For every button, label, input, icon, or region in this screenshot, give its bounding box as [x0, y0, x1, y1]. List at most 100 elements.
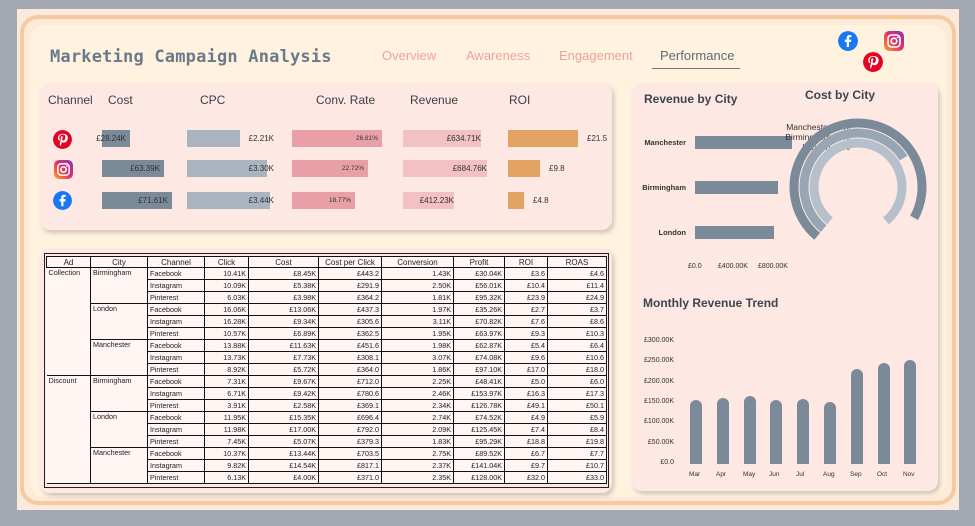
- cell-cost-per-click: £305.6: [318, 315, 382, 328]
- campaign-table: Ad City Channel Click Cost Cost per Clic…: [46, 256, 607, 484]
- cell-cost: £17.00K: [248, 423, 319, 436]
- city-label-birmingham: Birmingham: [642, 183, 686, 192]
- table-row[interactable]: Instagram 9.82K £14.54K £817.1 2.37K £141.04K…: [46, 459, 607, 472]
- cell-roi: £2.7: [504, 303, 548, 316]
- cell-channel: Pinterest: [147, 327, 205, 340]
- cell-channel: Instagram: [147, 387, 205, 400]
- table-row[interactable]: Pinterest 6.13K £4.00K £371.0 2.35K £128.00K £…: [46, 471, 607, 484]
- cell-profit: £74.52K: [453, 411, 505, 424]
- col-header-roas[interactable]: ROAS: [547, 256, 607, 268]
- cell-ad: [46, 399, 91, 412]
- month-bar-aug: [824, 402, 836, 464]
- cell-ad: [46, 435, 91, 448]
- table-row[interactable]: London Facebook 16.06K £13.06K £437.3 1.97K £3…: [46, 303, 607, 316]
- table-row[interactable]: Manchester Facebook 10.37K £13.44K £703.5 2.7…: [46, 447, 607, 460]
- city-label-manchester: Manchester: [644, 138, 686, 147]
- cell-ad: [46, 411, 91, 424]
- table-row[interactable]: Discount Birmingham Facebook 7.31K £9.67K £71…: [46, 375, 607, 388]
- col-header-roi[interactable]: ROI: [504, 256, 548, 268]
- table-row[interactable]: Instagram 10.09K £5.38K £291.9 2.50K £56.01K £…: [46, 279, 607, 292]
- table-row[interactable]: Pinterest 8.92K £5.72K £364.0 1.86K £97.10K £1…: [46, 363, 607, 376]
- cell-roas: £17.3: [547, 387, 607, 400]
- city-x-tick: £400.00K: [718, 263, 748, 270]
- cell-roi: £4.9: [504, 411, 548, 424]
- nav-performance[interactable]: Performance: [660, 48, 734, 63]
- table-row[interactable]: Instagram 11.98K £17.00K £792.0 2.09K £125.45…: [46, 423, 607, 436]
- cell-conversion: 2.46K: [381, 387, 454, 400]
- cell-ad: [46, 303, 91, 316]
- col-header-cost-per-click[interactable]: Cost per Click: [318, 256, 382, 268]
- kpi-value-revenue-facebook: £412.23K: [419, 196, 454, 205]
- cell-profit: £153.97K: [453, 387, 505, 400]
- page-title: Marketing Campaign Analysis: [50, 47, 332, 67]
- col-header-city[interactable]: City: [90, 256, 148, 268]
- month-label-may: May: [743, 471, 756, 478]
- cell-ad: [46, 351, 91, 364]
- cell-profit: £125.45K: [453, 423, 505, 436]
- month-label-jul: Jul: [796, 471, 805, 478]
- cell-channel: Instagram: [147, 351, 205, 364]
- cell-profit: £128.00K: [453, 471, 505, 484]
- cell-channel: Facebook: [147, 447, 205, 460]
- month-y-tick: £200.00K: [644, 377, 674, 385]
- nav-awareness[interactable]: Awareness: [466, 48, 530, 63]
- cell-cost-per-click: £696.4: [318, 411, 382, 424]
- month-bar-jul: [797, 399, 809, 464]
- cell-roas: £18.0: [547, 363, 607, 376]
- col-header-channel[interactable]: Channel: [147, 256, 205, 268]
- kpi-value-revenue-instagram: £684.76K: [452, 164, 487, 173]
- cell-ad: [46, 471, 91, 484]
- month-label-mar: Mar: [689, 471, 701, 478]
- cell-roas: £11.4: [547, 279, 607, 292]
- cell-cost: £3.98K: [248, 291, 319, 304]
- table-row[interactable]: London Facebook 11.95K £15.35K £696.4 2.74K £7…: [46, 411, 607, 424]
- kpi-value-conv-instagram: 22.72%: [341, 165, 364, 172]
- kpi-bar-roi-instagram: [508, 160, 540, 177]
- instagram-icon[interactable]: [884, 31, 904, 51]
- city-x-tick: £0.0: [688, 263, 702, 270]
- table-row[interactable]: Pinterest 10.57K £6.89K £362.5 1.95K £63.97K £…: [46, 327, 607, 340]
- table-row[interactable]: Instagram 6.71K £9.42K £780.6 2.46K £153.97K £…: [46, 387, 607, 400]
- table-row[interactable]: Instagram 13.73K £7.73K £308.1 3.07K £74.08K £…: [46, 351, 607, 364]
- facebook-icon[interactable]: [838, 31, 858, 51]
- kpi-header-conv-rate: Conv. Rate: [316, 93, 376, 107]
- cell-roas: £8.6: [547, 315, 607, 328]
- cell-profit: £74.08K: [453, 351, 505, 364]
- cell-channel: Facebook: [147, 303, 205, 316]
- cell-roi: £3.6: [504, 267, 548, 280]
- cell-cost: £13.06K: [248, 303, 319, 316]
- nav-overview[interactable]: Overview: [382, 48, 436, 63]
- nav-engagement[interactable]: Engagement: [559, 48, 633, 63]
- revenue-by-city-title: Revenue by City: [644, 92, 738, 106]
- active-tab-underline: [652, 68, 740, 69]
- cell-roas: £19.8: [547, 435, 607, 448]
- table-row[interactable]: Instagram 16.28K £9.34K £305.6 3.11K £70.82K £…: [46, 315, 607, 328]
- cell-click: 3.91K: [204, 399, 249, 412]
- col-header-ad[interactable]: Ad: [46, 256, 91, 268]
- table-row[interactable]: Pinterest 7.45K £5.07K £379.3 1.83K £95.29K £1…: [46, 435, 607, 448]
- cell-click: 9.82K: [204, 459, 249, 472]
- table-row[interactable]: Collection Birmingham Facebook 10.41K £8.45K…: [46, 267, 607, 280]
- cell-click: 11.95K: [204, 411, 249, 424]
- col-header-cost[interactable]: Cost: [248, 256, 319, 268]
- table-row[interactable]: Manchester Facebook 13.88K £11.63K £451.6 1.9…: [46, 339, 607, 352]
- cell-ad: [46, 363, 91, 376]
- cell-click: 13.88K: [204, 339, 249, 352]
- cell-roas: £33.0: [547, 471, 607, 484]
- cell-conversion: 1.81K: [381, 291, 454, 304]
- pinterest-icon[interactable]: [863, 52, 883, 72]
- facebook-icon: [53, 191, 72, 210]
- cell-click: 16.28K: [204, 315, 249, 328]
- table-row[interactable]: Pinterest 3.91K £2.58K £369.1 2.34K £126.78K £…: [46, 399, 607, 412]
- cell-roas: £4.6: [547, 267, 607, 280]
- cell-city: London: [90, 411, 148, 424]
- col-header-conversion[interactable]: Conversion: [381, 256, 454, 268]
- cell-roi: £23.9: [504, 291, 548, 304]
- cell-profit: £48.41K: [453, 375, 505, 388]
- cell-roas: £6.0: [547, 375, 607, 388]
- col-header-click[interactable]: Click: [204, 256, 249, 268]
- city-label-london: London: [658, 228, 687, 237]
- table-row[interactable]: Pinterest 6.03K £3.98K £364.2 1.81K £95.32K £2…: [46, 291, 607, 304]
- month-label-sep: Sep: [850, 471, 862, 478]
- col-header-profit[interactable]: Profit: [453, 256, 505, 268]
